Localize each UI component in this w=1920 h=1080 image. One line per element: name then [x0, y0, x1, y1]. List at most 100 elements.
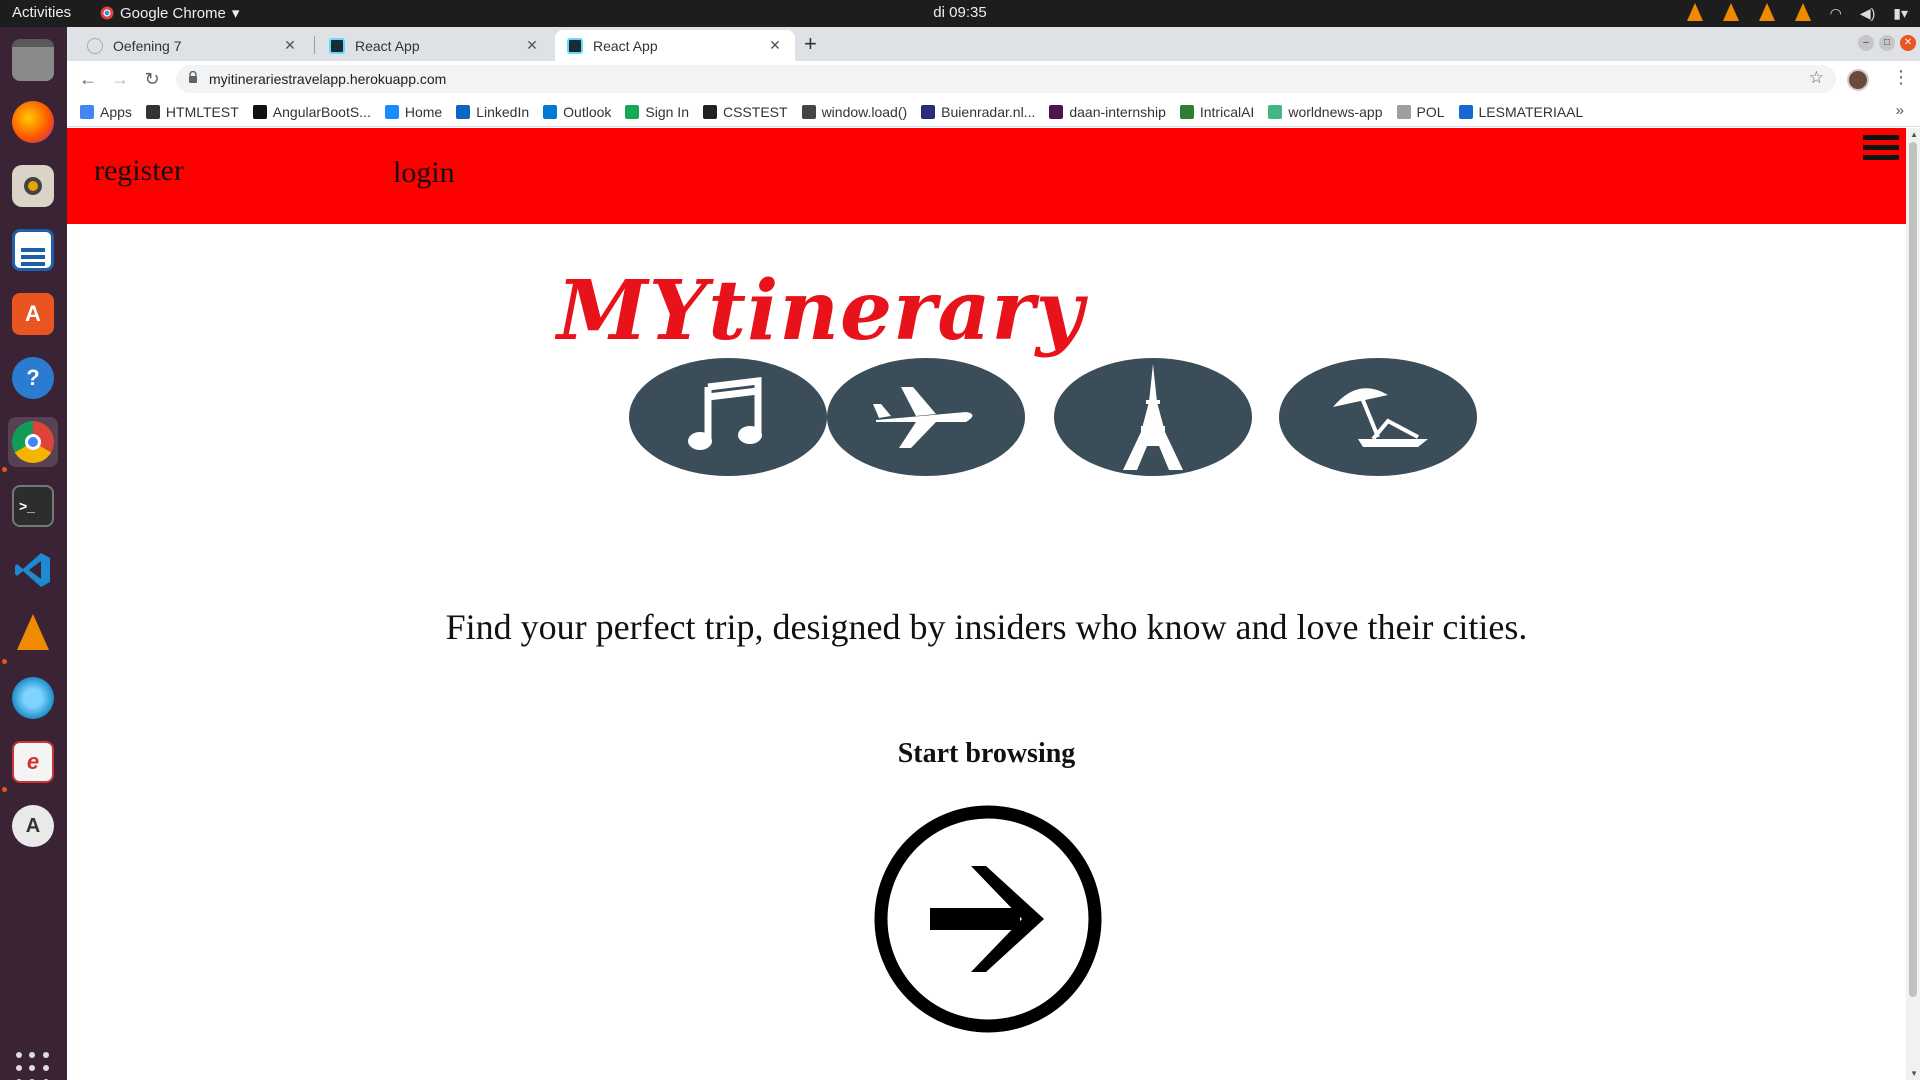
menu-kebab-icon[interactable]: ⋮ [1892, 67, 1910, 88]
bookmark-label: LinkedIn [476, 103, 530, 120]
arrow-right-circle-icon[interactable] [873, 804, 1103, 1034]
bookmark-label: LESMATERIAAL [1478, 103, 1584, 120]
lock-icon[interactable] [188, 71, 198, 83]
bookmark-label: POL [1416, 103, 1445, 120]
close-icon[interactable]: ✕ [524, 37, 540, 54]
rhythmbox-icon[interactable] [8, 161, 58, 211]
bookmark-favicon-icon [1049, 104, 1064, 119]
bookmark-item[interactable]: LESMATERIAAL [1458, 103, 1584, 120]
vscode-logo-icon [15, 553, 50, 587]
volume-icon[interactable]: ◀) [1860, 5, 1875, 22]
bookmark-favicon-icon [1179, 104, 1194, 119]
show-applications-icon[interactable] [16, 1052, 50, 1080]
writer-icon[interactable] [8, 225, 58, 275]
bookmark-favicon-icon [921, 104, 936, 119]
bookmark-label: daan-internship [1069, 103, 1166, 120]
bookmark-item[interactable]: LinkedIn [456, 104, 529, 120]
bookmark-label: Sign In [645, 103, 689, 120]
bookmark-item[interactable]: AngularBootS... [252, 103, 371, 120]
vlc-tray-icon[interactable] [1758, 3, 1776, 23]
terminal-icon[interactable]: >_ [8, 481, 58, 531]
bookmark-favicon-icon [384, 104, 399, 119]
bookmark-label: Buienradar.nl... [941, 103, 1036, 120]
bookmark-item[interactable]: Home [384, 103, 443, 120]
bookmark-item[interactable]: Apps [80, 104, 132, 120]
eiffel-tower-icon [1054, 358, 1252, 476]
close-icon[interactable]: ✕ [282, 37, 298, 54]
battery-icon[interactable]: ▮▾ [1893, 5, 1908, 22]
bookmark-star-icon[interactable]: ☆ [1809, 68, 1824, 88]
bookmark-label: Home [404, 103, 443, 120]
bookmark-item[interactable]: HTMLTEST [145, 103, 239, 120]
register-link[interactable]: register [94, 154, 184, 188]
software-icon[interactable]: A [8, 289, 58, 339]
vlc-icon[interactable] [8, 609, 58, 659]
scroll-up-icon[interactable]: ▲ [1910, 130, 1918, 139]
vlc-tray-icon[interactable] [1686, 3, 1704, 23]
ebook-icon[interactable]: e [8, 737, 58, 787]
music-notes-icon [629, 358, 827, 476]
forward-icon[interactable]: → [108, 67, 132, 91]
close-window-icon[interactable]: ✕ [1900, 35, 1916, 51]
tab-strip: Oefening 7 ✕ React App ✕ React App ✕ + –… [67, 27, 1920, 61]
maximize-icon[interactable]: □ [1879, 35, 1895, 51]
bookmark-item[interactable]: IntricalAI [1179, 103, 1255, 120]
bookmark-label: HTMLTEST [165, 103, 239, 120]
minimize-icon[interactable]: – [1858, 35, 1874, 51]
tab-title: React App [593, 37, 658, 54]
gimp-icon[interactable] [8, 673, 58, 723]
tab-separator [314, 36, 315, 54]
chrome-icon[interactable] [8, 417, 58, 467]
close-icon[interactable]: ✕ [767, 37, 783, 54]
scroll-down-icon[interactable]: ▼ [1910, 1069, 1918, 1078]
bookmark-item[interactable]: CSSTEST [702, 103, 788, 120]
running-indicator [2, 467, 7, 472]
scroll-thumb[interactable] [1909, 142, 1917, 997]
bookmark-item[interactable]: Sign In [625, 104, 689, 120]
tab-react-app[interactable]: React App ✕ [317, 30, 552, 61]
profile-avatar[interactable] [1847, 69, 1869, 91]
page-favicon-icon [87, 37, 103, 54]
hamburger-menu-icon[interactable] [1863, 135, 1899, 163]
tab-react-app-active[interactable]: React App ✕ [555, 30, 795, 61]
back-icon[interactable]: ← [76, 67, 100, 91]
address-bar[interactable]: myitinerariestravelapp.herokuapp.com ☆ [176, 65, 1836, 93]
firefox-icon[interactable] [8, 97, 58, 147]
page-scrollbar[interactable]: ▲ ▼ [1906, 128, 1920, 1080]
vlc-tray-icon[interactable] [1794, 3, 1812, 23]
bookmark-item[interactable]: Buienradar.nl... [921, 104, 1035, 120]
bookmark-label: IntricalAI [1199, 103, 1255, 120]
files-icon[interactable] [8, 35, 58, 85]
vscode-icon[interactable] [8, 545, 58, 595]
login-link[interactable]: login [393, 156, 455, 190]
vlc-tray-icon[interactable] [1722, 3, 1740, 23]
bookmark-item[interactable]: Outlook [543, 104, 611, 120]
reload-icon[interactable]: ↻ [140, 67, 164, 91]
bookmark-favicon-icon [252, 104, 267, 119]
bookmark-label: worldnews-app [1288, 103, 1383, 120]
running-indicator [2, 659, 7, 664]
bookmark-item[interactable]: POL [1396, 103, 1445, 120]
system-tray[interactable]: ◠ ◀) ▮▾ [1686, 3, 1908, 23]
wifi-icon[interactable]: ◠ [1830, 5, 1842, 22]
tab-title: React App [355, 37, 420, 54]
bookmark-favicon-icon [801, 104, 816, 119]
help-icon[interactable]: ? [8, 353, 58, 403]
bookmark-item[interactable]: daan-internship [1049, 104, 1166, 120]
bookmark-label: AngularBootS... [272, 103, 371, 120]
bookmark-favicon-icon [625, 104, 640, 119]
browser-window: Oefening 7 ✕ React App ✕ React App ✕ + –… [67, 27, 1920, 1080]
beach-umbrella-icon [1279, 358, 1477, 476]
clock[interactable]: di 09:35 [0, 4, 1920, 21]
tagline: Find your perfect trip, designed by insi… [445, 607, 1528, 647]
updater-icon[interactable]: A [8, 801, 58, 851]
running-indicator [2, 787, 7, 792]
bookmark-item[interactable]: worldnews-app [1268, 103, 1383, 120]
url-text[interactable]: myitinerariestravelapp.herokuapp.com [209, 71, 446, 87]
new-tab-button[interactable]: + [804, 33, 817, 55]
tab-oefening-7[interactable]: Oefening 7 ✕ [75, 30, 310, 61]
bookmark-label: CSSTEST [722, 103, 788, 120]
bookmark-item[interactable]: window.load() [801, 104, 907, 120]
page-viewport: register login MYtinerary Find your perf… [67, 128, 1920, 1080]
bookmarks-overflow-icon[interactable]: » [1896, 102, 1904, 119]
